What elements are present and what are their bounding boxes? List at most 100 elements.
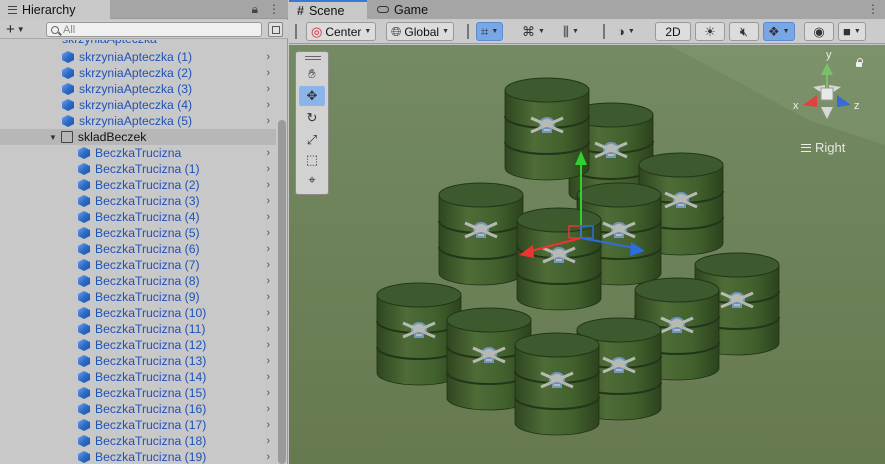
scrollbar-thumb[interactable] [278, 120, 286, 464]
ruler-dropdown[interactable]: ⫼ ▼ [558, 22, 584, 41]
hierarchy-tab-actions: 🔒︎ ⋮ [252, 2, 280, 17]
list-item[interactable]: skrzyniaApteczka (2) › [0, 65, 276, 81]
tab-game[interactable]: Game [369, 0, 439, 19]
hierarchy-scrollbar[interactable] [278, 40, 286, 464]
list-item[interactable]: BeczkaTrucizna › [0, 145, 276, 161]
list-item[interactable]: BeczkaTrucizna (1) › [0, 161, 276, 177]
list-item[interactable]: skrzyniaApteczka [0, 40, 276, 49]
list-item[interactable]: BeczkaTrucizna (6) › [0, 241, 276, 257]
list-item[interactable]: BeczkaTrucizna (15) › [0, 385, 276, 401]
scale-tool-icon[interactable]: ⤢ [299, 130, 325, 150]
list-item[interactable]: BeczkaTrucizna (16) › [0, 401, 276, 417]
rect-tool-icon[interactable]: ⬚ [299, 150, 325, 170]
transform-tool-icon[interactable]: ⌖ [299, 170, 325, 190]
chevron-right-icon[interactable]: › [266, 67, 270, 79]
pivot-mode-dropdown[interactable]: ◎ Center ▼ [306, 22, 377, 41]
list-item[interactable]: BeczkaTrucizna (5) › [0, 225, 276, 241]
scene-render[interactable]: y x z [289, 45, 885, 464]
list-item[interactable]: BeczkaTrucizna (8) › [0, 273, 276, 289]
list-item[interactable]: BeczkaTrucizna (9) › [0, 289, 276, 305]
chevron-right-icon[interactable]: › [266, 355, 270, 367]
move-tool-icon[interactable]: ✥ [299, 86, 325, 106]
hierarchy-parent-item[interactable]: ▼ skladBeczek [0, 129, 276, 145]
hierarchy-tree: skrzyniaApteczka skrzyniaApteczka (1)›sk… [0, 40, 276, 464]
chevron-right-icon[interactable]: › [266, 227, 270, 239]
chevron-right-icon[interactable]: › [266, 83, 270, 95]
list-item[interactable]: BeczkaTrucizna (2) › [0, 177, 276, 193]
chevron-right-icon[interactable]: › [266, 323, 270, 335]
barrel-mesh[interactable] [513, 331, 601, 437]
list-item[interactable]: skrzyniaApteczka (1) › [0, 49, 276, 65]
list-item[interactable]: BeczkaTrucizna (3) › [0, 193, 276, 209]
chevron-right-icon[interactable]: › [266, 403, 270, 415]
chevron-right-icon[interactable]: › [266, 179, 270, 191]
list-item[interactable]: skrzyniaApteczka (3) › [0, 81, 276, 97]
prefab-cube-icon [78, 403, 90, 415]
axis-y-label: y [826, 49, 832, 61]
tool-palette-grip[interactable] [305, 56, 321, 60]
prefab-cube-icon [78, 195, 90, 207]
chevron-right-icon[interactable]: › [266, 307, 270, 319]
audio-toggle[interactable]: 🔇︎ [729, 22, 759, 41]
chevron-right-icon[interactable]: › [266, 387, 270, 399]
list-item[interactable]: BeczkaTrucizna (17) › [0, 417, 276, 433]
chevron-right-icon[interactable]: › [266, 243, 270, 255]
gizmo-lock-icon[interactable] [856, 58, 863, 67]
barrel-mesh[interactable] [515, 206, 603, 312]
toggle-2d-button[interactable]: 2D [655, 22, 691, 41]
list-item[interactable]: BeczkaTrucizna (19) › [0, 449, 276, 464]
chevron-right-icon[interactable]: › [266, 259, 270, 271]
lock-icon[interactable]: 🔒︎ [252, 2, 258, 17]
chevron-right-icon[interactable]: › [266, 419, 270, 431]
view-orientation-label[interactable]: Right [801, 140, 845, 155]
more-options-icon[interactable]: ⋮ [268, 2, 280, 17]
search-input[interactable]: All [46, 22, 262, 37]
list-item-label: skrzyniaApteczka (3) [79, 82, 193, 96]
chevron-right-icon[interactable]: › [266, 451, 270, 463]
list-item[interactable]: BeczkaTrucizna (13) › [0, 353, 276, 369]
hand-tool-icon[interactable]: ✋︎ [299, 64, 325, 84]
chevron-right-icon[interactable]: › [266, 435, 270, 447]
scene-visibility-button[interactable] [268, 22, 283, 37]
expand-triangle-icon[interactable]: ▼ [49, 133, 57, 142]
chevron-right-icon[interactable]: › [266, 275, 270, 287]
chevron-right-icon[interactable]: › [266, 195, 270, 207]
list-item[interactable]: BeczkaTrucizna (10) › [0, 305, 276, 321]
chevron-right-icon[interactable]: › [266, 51, 270, 63]
more-options-icon[interactable]: ⋮ [867, 2, 879, 16]
add-object-button[interactable]: + ▼ [6, 21, 25, 38]
chevron-right-icon[interactable]: › [266, 99, 270, 111]
prefab-cube-icon [62, 115, 74, 127]
scene-viewport[interactable]: y x z ✋︎ ✥ ↻ ⤢ ⬚ ⌖ Right [289, 45, 885, 464]
chevron-right-icon[interactable]: › [266, 371, 270, 383]
rotate-tool-icon[interactable]: ↻ [299, 108, 325, 128]
list-item[interactable]: skrzyniaApteczka (5) › [0, 113, 276, 129]
lighting-toggle[interactable]: ☀ [695, 22, 725, 41]
increment-snap-toggle[interactable]: ⌘ ▼ [517, 22, 550, 41]
chevron-right-icon[interactable]: › [266, 211, 270, 223]
draw-mode-dropdown[interactable]: ◑ ▼ [612, 22, 640, 41]
space-dropdown[interactable]: 🌐︎ Global ▼ [386, 22, 455, 41]
view-orientation-text: Right [815, 140, 846, 155]
chevron-right-icon[interactable]: › [266, 339, 270, 351]
list-item[interactable]: BeczkaTrucizna (4) › [0, 209, 276, 225]
list-item-label: BeczkaTrucizna (19) [95, 450, 207, 464]
chevron-right-icon[interactable]: › [266, 163, 270, 175]
grid-snap-toggle[interactable]: ⌗ ▼ [476, 22, 504, 41]
camera-dropdown[interactable]: ■ ▼ [838, 22, 866, 41]
tab-hierarchy[interactable]: Hierarchy [0, 0, 110, 19]
pivot-icon: ◎ [311, 24, 323, 39]
list-item[interactable]: BeczkaTrucizna (14) › [0, 369, 276, 385]
list-item[interactable]: BeczkaTrucizna (7) › [0, 257, 276, 273]
barrel-mesh[interactable] [437, 181, 525, 287]
scene-visibility-toggle[interactable]: ◉ [804, 22, 834, 41]
chevron-right-icon[interactable]: › [266, 115, 270, 127]
tab-scene[interactable]: # Scene [289, 0, 367, 19]
effects-toggle[interactable]: ❖ ▼ [763, 22, 795, 41]
list-item[interactable]: BeczkaTrucizna (18) › [0, 433, 276, 449]
chevron-right-icon[interactable]: › [266, 147, 270, 159]
list-item[interactable]: BeczkaTrucizna (11) › [0, 321, 276, 337]
list-item[interactable]: skrzyniaApteczka (4) › [0, 97, 276, 113]
chevron-right-icon[interactable]: › [266, 291, 270, 303]
list-item[interactable]: BeczkaTrucizna (12) › [0, 337, 276, 353]
